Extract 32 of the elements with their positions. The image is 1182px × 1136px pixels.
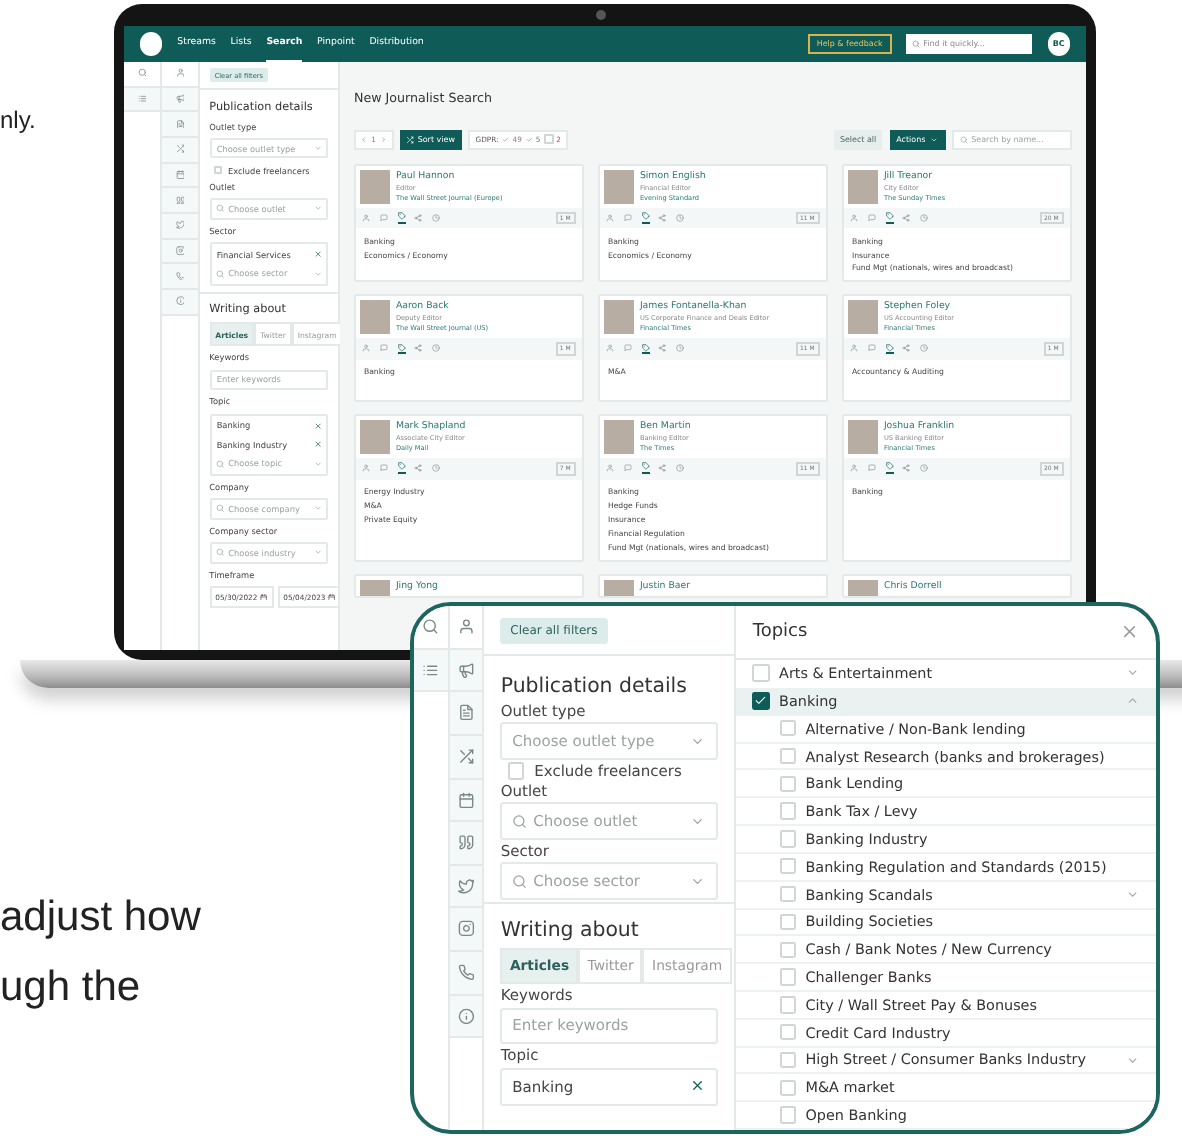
info-icon[interactable] [457,1007,474,1025]
phone-icon[interactable] [457,964,474,981]
document-icon[interactable] [457,704,474,722]
camera-icon[interactable] [457,920,474,938]
photo-placeholder [847,169,878,204]
photo-placeholder [359,169,390,204]
megaphone-icon[interactable] [457,661,474,679]
calendar-icon[interactable] [457,791,474,809]
shuffle-icon[interactable] [457,748,474,765]
quote-icon[interactable] [457,834,474,852]
checkbox[interactable] [752,692,770,710]
photo-placeholder [359,300,390,335]
person-icon[interactable] [457,618,474,636]
logo[interactable] [140,32,163,56]
close-icon[interactable] [1120,622,1140,642]
photo-placeholder [603,300,634,335]
empty-box-icon [543,134,554,144]
panel-title: Topics [752,622,808,643]
search-icon[interactable] [422,618,440,636]
body-text: ugh the [0,962,141,1014]
section-heading: Writing about [500,920,639,943]
photo-placeholder [603,169,634,204]
photo-placeholder [847,420,878,454]
section-heading: Publication details [500,675,687,698]
list-icon[interactable] [422,661,440,679]
photo-placeholder [359,420,390,454]
photo-placeholder [847,300,878,335]
photo-placeholder [603,420,634,454]
webcam-dot [596,10,606,20]
body-text: adjust how [0,892,201,944]
bird-icon[interactable] [457,877,474,895]
body-text: nly. [0,106,36,134]
